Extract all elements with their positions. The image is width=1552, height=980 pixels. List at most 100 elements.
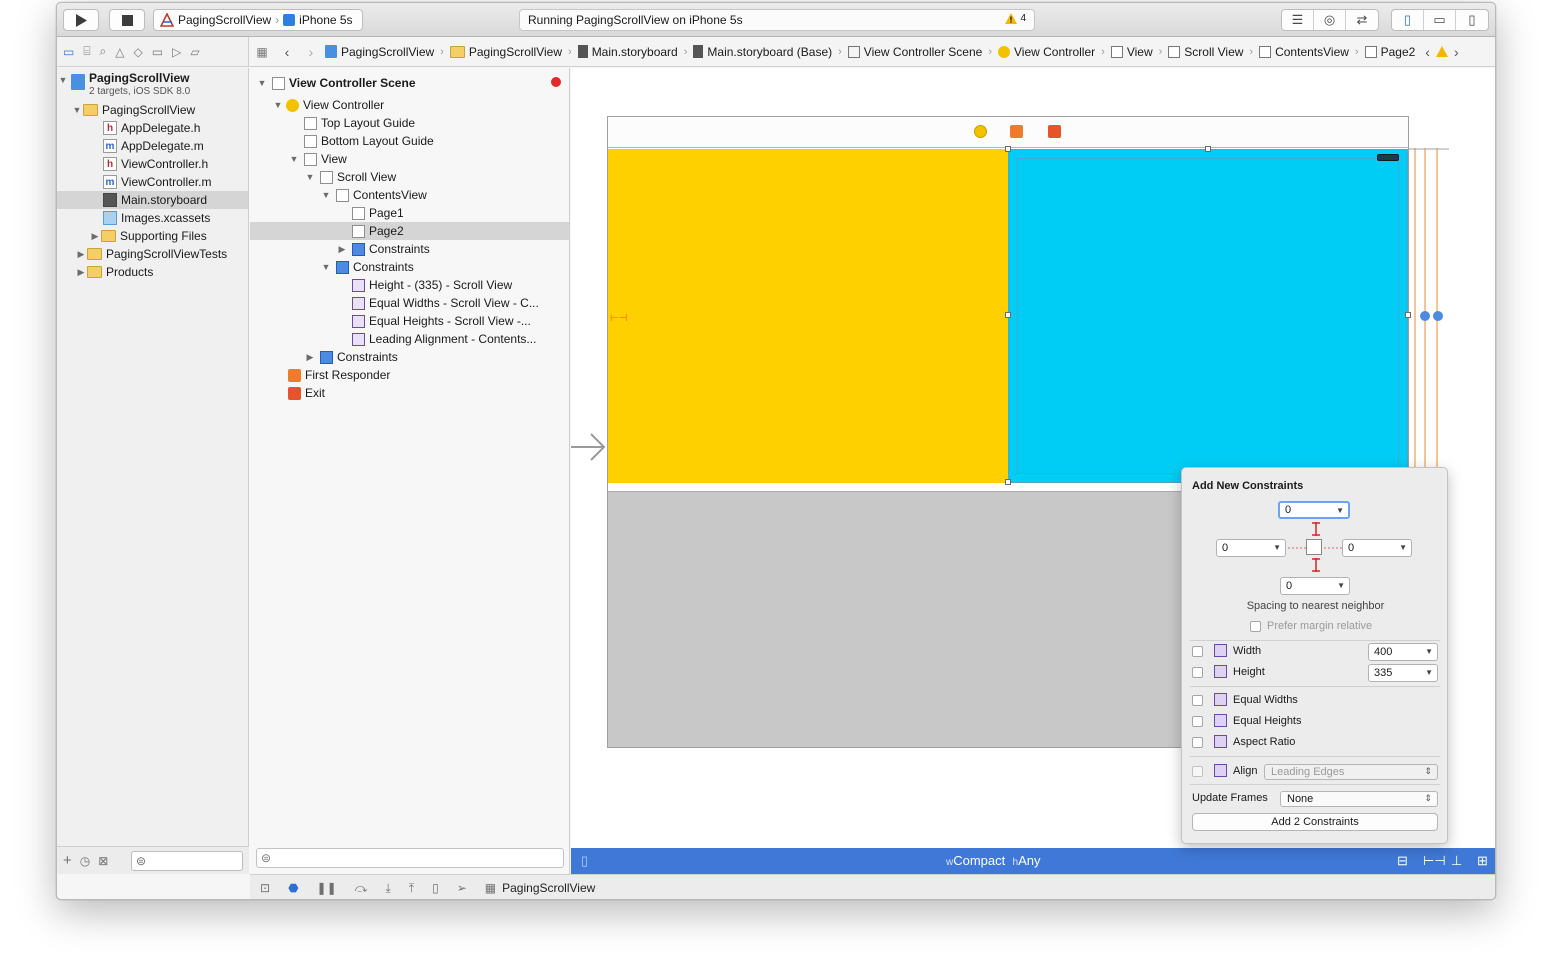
crumb-scene[interactable]: View Controller Scene [846,45,985,59]
resizing-icon[interactable]: ⊞ [1477,853,1488,869]
outline-filter-field[interactable]: ⊜ [256,848,564,868]
outline-row[interactable]: Equal Widths - Scroll View - C... [250,294,569,312]
breakpoints-toggle-icon[interactable]: ⬣ [288,881,298,895]
top-constraint-strut-icon[interactable] [1310,522,1322,536]
breakpoint-navigator-icon[interactable]: ▷ [172,45,181,59]
disclosure-open-icon[interactable]: ▼ [288,154,300,164]
exit-icon[interactable] [1048,125,1061,138]
outline-row[interactable]: Top Layout Guide [250,114,569,132]
resize-handle[interactable] [1205,146,1211,152]
disclosure-closed-icon[interactable]: ▶ [304,352,316,363]
editor-mode-segment[interactable]: ☰ ◎ ⇄ [1281,9,1379,31]
left-spacing-field[interactable]: 0 ▼ [1216,539,1286,557]
location-icon[interactable]: ➢ [457,881,467,895]
outline-row[interactable]: Page1 [250,204,569,222]
disclosure-open-icon[interactable]: ▼ [272,100,284,110]
outline-row[interactable]: ▼ Scroll View [250,168,569,186]
disclosure-closed-icon[interactable]: ▶ [89,231,101,242]
view-controller-icon[interactable] [974,125,987,138]
scheme-selector[interactable]: PagingScrollView › iPhone 5s [153,9,363,31]
dropdown-arrow-icon[interactable]: ▼ [1425,668,1433,677]
group-row[interactable]: ▶ PagingScrollViewTests [57,245,248,263]
warning-icon[interactable] [1435,46,1448,57]
outline-row[interactable]: ▶ Constraints [250,348,569,366]
bottom-spacing-field[interactable]: 0 ▼ [1280,577,1350,595]
outline-toggle-icon[interactable]: ▯ [581,853,588,869]
file-row-selected[interactable]: Main.storyboard [57,191,248,209]
related-items-icon[interactable]: ▦ [249,45,275,59]
right-constraint-strut-icon[interactable] [1324,542,1342,554]
resize-handle[interactable] [1005,312,1011,318]
dropdown-arrow-icon[interactable]: ▼ [1336,506,1344,515]
top-spacing-field[interactable]: 0 ▼ [1278,501,1350,519]
align-popup[interactable]: Leading Edges ⇕ [1264,764,1438,780]
outline-row[interactable]: Leading Alignment - Contents... [250,330,569,348]
project-row[interactable]: ▼ PagingScrollView 2 targets, iOS SDK 8.… [57,72,248,98]
log-navigator-icon[interactable]: ▱ [190,45,199,59]
debug-area-toggle-icon[interactable]: ▭ [1424,10,1456,30]
outline-row[interactable]: ▼ Constraints [250,258,569,276]
resize-handle[interactable] [1005,146,1011,152]
next-issue-icon[interactable]: › [1448,44,1459,60]
disclosure-open-icon[interactable]: ▼ [71,105,83,115]
pause-icon[interactable]: ❚❚ [317,881,337,895]
standard-editor-icon[interactable]: ☰ [1282,10,1314,30]
hide-debug-area-icon[interactable]: ⊡ [260,881,270,895]
disclosure-closed-icon[interactable]: ▶ [75,249,87,260]
disclosure-closed-icon[interactable]: ▶ [75,267,87,278]
outline-row[interactable]: Exit [250,384,569,402]
stack-icon[interactable]: ⊟ [1397,853,1408,869]
outline-row[interactable]: Equal Heights - Scroll View -... [250,312,569,330]
crumb-view-controller[interactable]: View Controller [996,45,1097,59]
test-navigator-icon[interactable]: ◇ [134,45,143,59]
crumb-group[interactable]: PagingScrollView [448,45,564,59]
pin-icon[interactable]: ⊢⊣ [1423,853,1446,869]
group-row[interactable]: ▶ Supporting Files [57,227,248,245]
symbol-navigator-icon[interactable]: ⌸ [83,44,90,59]
outline-row[interactable]: Bottom Layout Guide [250,132,569,150]
add-icon[interactable]: + [63,852,72,869]
crumb-page2[interactable]: Page2 [1363,45,1418,59]
error-indicator-icon[interactable] [551,77,561,87]
view-toggle-segment[interactable]: ▯ ▭ ▯ [1391,9,1489,31]
outline-row[interactable]: ▼ View [250,150,569,168]
page1-view[interactable]: ⊢⊣ [608,149,1008,483]
run-button[interactable] [63,9,99,31]
file-row[interactable]: h ViewController.h [57,155,248,173]
outline-row[interactable]: Height - (335) - Scroll View [250,276,569,294]
file-row[interactable]: Images.xcassets [57,209,248,227]
outline-scene-row[interactable]: ▼ View Controller Scene [250,74,569,92]
file-row[interactable]: m AppDelegate.m [57,137,248,155]
search-icon[interactable]: ⌕ [100,44,107,59]
crumb-contents-view[interactable]: ContentsView [1257,45,1351,59]
step-out-icon[interactable]: ⤒ [409,881,414,896]
outline-row-selected[interactable]: Page2 [250,222,569,240]
crumb-scroll-view[interactable]: Scroll View [1166,45,1245,59]
page2-view[interactable] [1008,149,1408,483]
previous-issue-icon[interactable]: ‹ [1417,44,1430,60]
crumb-storyboard[interactable]: Main.storyboard [576,45,680,59]
height-value-field[interactable]: 335 ▼ [1368,664,1438,682]
utilities-toggle-icon[interactable]: ▯ [1456,10,1488,30]
add-constraints-button[interactable]: Add 2 Constraints [1192,813,1438,831]
navigator-toggle-icon[interactable]: ▯ [1392,10,1424,30]
disclosure-open-icon[interactable]: ▼ [256,78,268,88]
step-into-icon[interactable]: ⤓ [385,881,390,896]
outline-row[interactable]: First Responder [250,366,569,384]
resolve-icon[interactable]: ⊥ [1451,853,1462,869]
bottom-constraint-strut-icon[interactable] [1310,558,1322,572]
crumb-view[interactable]: View [1109,45,1155,59]
resize-handle[interactable] [1005,479,1011,485]
width-value-field[interactable]: 400 ▼ [1368,643,1438,661]
recent-files-icon[interactable]: ◷ [80,854,90,868]
crumb-storyboard-base[interactable]: Main.storyboard (Base) [691,45,834,59]
outline-row[interactable]: ▼ ContentsView [250,186,569,204]
disclosure-open-icon[interactable]: ▼ [320,262,332,272]
source-control-filter-icon[interactable]: ⊠ [98,854,108,868]
prefer-margin-checkbox[interactable] [1250,620,1261,632]
prefer-margin-row[interactable]: Prefer margin relative [1250,620,1372,632]
dropdown-arrow-icon[interactable]: ▼ [1273,543,1281,552]
folder-icon[interactable]: ▭ [63,45,74,59]
issue-navigator-icon[interactable]: △ [115,45,124,59]
first-responder-icon[interactable] [1010,125,1023,138]
